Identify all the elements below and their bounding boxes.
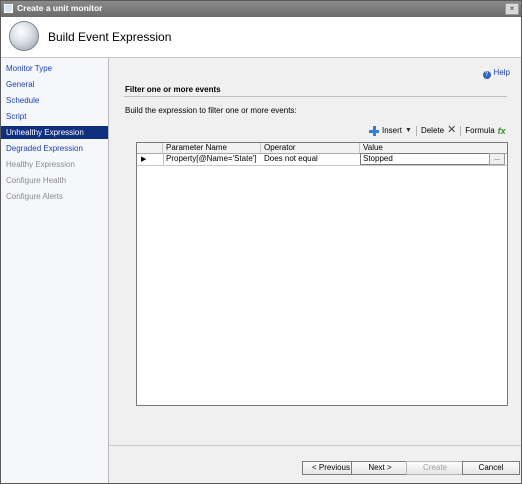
help-label: Help <box>493 68 510 77</box>
sidebar-item-configure-alerts: Configure Alerts <box>6 192 63 201</box>
sidebar-item-configure-health: Configure Health <box>6 176 67 185</box>
help-link[interactable]: ? Help <box>482 68 510 79</box>
toolbar-separator <box>460 125 462 136</box>
next-button[interactable]: Next > <box>351 461 409 475</box>
cancel-button[interactable]: Cancel <box>462 461 520 475</box>
page-title: Build Event Expression <box>48 30 172 44</box>
wizard-orb-icon <box>9 21 39 51</box>
close-button[interactable]: × <box>505 3 519 15</box>
operator-cell[interactable]: Does not equal <box>264 153 359 165</box>
window-title: Create a unit monitor <box>17 3 103 13</box>
delete-label: Delete <box>420 126 445 135</box>
formula-button[interactable]: Formula fx <box>465 126 505 136</box>
create-button: Create <box>406 461 464 475</box>
app-icon <box>4 4 13 13</box>
column-header-parameter-name[interactable]: Parameter Name <box>163 143 261 153</box>
wizard-button-bar: < Previous Next > Create Cancel <box>109 445 521 483</box>
insert-label: Insert <box>382 126 403 135</box>
title-bar: Create a unit monitor × <box>1 1 521 17</box>
expression-grid[interactable]: Parameter Name Operator Value ▶ Property… <box>136 142 508 406</box>
delete-button[interactable]: Delete ✕ <box>421 125 456 136</box>
column-header-operator[interactable]: Operator <box>261 143 360 153</box>
current-row-marker[interactable]: ▶ <box>137 153 164 166</box>
chevron-down-icon: ▼ <box>405 127 412 134</box>
parameter-name-cell[interactable]: Property[@Name='State'] <box>166 153 260 165</box>
sidebar-item-unhealthy-expression[interactable]: Unhealthy Expression <box>1 126 108 139</box>
help-icon: ? <box>482 71 491 79</box>
column-header-value[interactable]: Value <box>360 143 507 153</box>
row-header-column <box>137 143 163 153</box>
delete-icon: ✕ <box>447 124 457 136</box>
value-browse-button[interactable]: ... <box>489 153 505 165</box>
formula-label: Formula <box>465 126 495 135</box>
wizard-sidebar: Monitor Type General Schedule Script Unh… <box>1 58 109 483</box>
row-divider <box>163 165 507 166</box>
create-unit-monitor-window: Create a unit monitor × Build Event Expr… <box>0 0 522 484</box>
main-panel: ? Help Filter one or more events Build th… <box>109 58 521 445</box>
section-divider <box>124 96 507 97</box>
formula-icon: fx <box>497 125 506 136</box>
sidebar-item-healthy-expression: Healthy Expression <box>6 160 75 169</box>
instructions-text: Build the expression to filter one or mo… <box>125 106 297 115</box>
value-input[interactable]: Stopped <box>360 153 490 165</box>
sidebar-item-degraded-expression[interactable]: Degraded Expression <box>1 142 108 155</box>
sidebar-item-schedule[interactable]: Schedule <box>1 94 108 107</box>
sidebar-item-general[interactable]: General <box>1 78 108 91</box>
row-pointer-icon: ▶ <box>141 156 147 163</box>
wizard-header: Build Event Expression <box>1 17 521 58</box>
toolbar-separator <box>415 125 417 136</box>
insert-button[interactable]: Insert ▼ <box>369 125 412 136</box>
sidebar-item-script[interactable]: Script <box>1 110 108 123</box>
insert-icon <box>369 125 379 136</box>
expression-toolbar: Insert ▼ Delete ✕ Formula fx <box>369 124 506 137</box>
section-title: Filter one or more events <box>125 85 221 94</box>
sidebar-item-monitor-type[interactable]: Monitor Type <box>1 62 108 75</box>
